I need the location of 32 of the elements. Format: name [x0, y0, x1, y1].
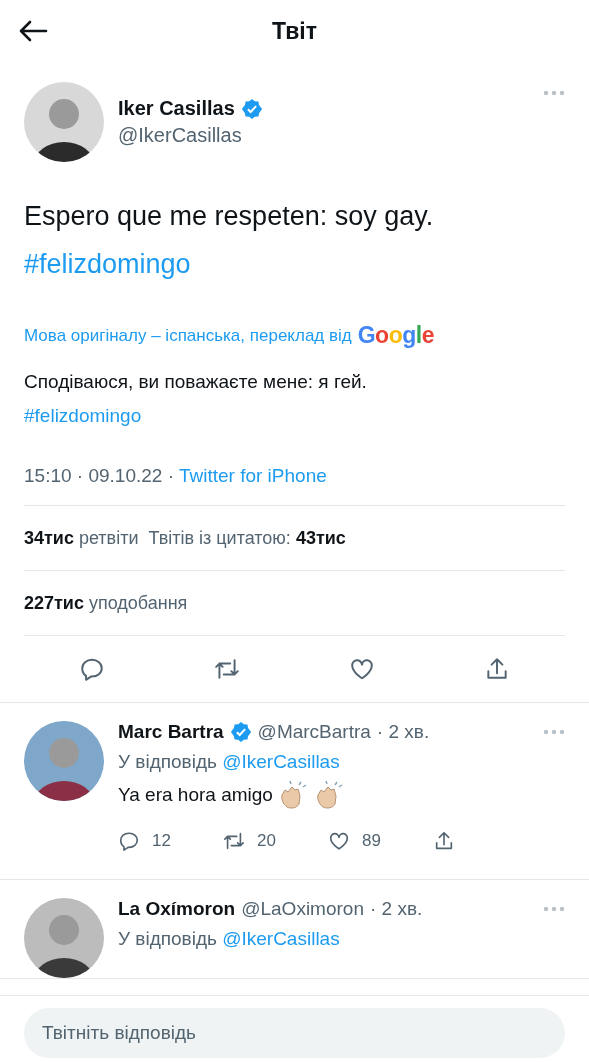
- tweet-timestamp: 15:10 · 09.10.22 ·: [24, 465, 174, 486]
- reply-author-name[interactable]: La Oxímoron: [118, 898, 236, 920]
- reply-author-handle[interactable]: @MarcBartra: [257, 721, 371, 743]
- clapping-hands-icon: [278, 781, 309, 809]
- retweet-icon[interactable]: [223, 830, 245, 852]
- like-count[interactable]: 227тис уподобання: [24, 592, 188, 614]
- retweet-icon[interactable]: [213, 656, 240, 682]
- tweet-text: Espero que me respeten: soy gay.: [24, 200, 435, 233]
- reply-time: · 2 хв.: [376, 721, 430, 743]
- google-logo: Google: [357, 322, 434, 349]
- page-title: Твіт: [272, 17, 317, 45]
- reply-time: · 2 хв.: [369, 898, 423, 920]
- reply-author-handle[interactable]: @LaOximoron: [241, 898, 364, 920]
- like-button[interactable]: 89: [328, 830, 433, 852]
- heart-icon[interactable]: [328, 830, 350, 852]
- reply-icon[interactable]: [78, 656, 105, 682]
- retweet-button[interactable]: 20: [223, 830, 328, 852]
- reply-to-label: У відповідь: [118, 751, 217, 772]
- clapping-hands-icon: [314, 781, 345, 809]
- reply-text: Ya era hora amigo: [118, 784, 273, 806]
- reply-button[interactable]: 12: [118, 830, 223, 852]
- heart-icon[interactable]: [349, 656, 376, 682]
- quote-count[interactable]: Твітів із цитатою: 43тис: [148, 527, 346, 549]
- author-handle[interactable]: @IkerCasillas: [118, 124, 529, 147]
- author-name[interactable]: Iker Casillas: [118, 97, 235, 120]
- reply-author-name[interactable]: Marc Bartra: [118, 721, 224, 743]
- reply-icon[interactable]: [118, 830, 140, 852]
- retweet-count[interactable]: 34тис ретвіти: [24, 527, 139, 549]
- share-icon[interactable]: [433, 830, 455, 852]
- translated-text: Сподіваюся, ви поважаєте мене: я гей.: [24, 370, 368, 394]
- reply-to-label: У відповідь: [118, 928, 217, 949]
- reply-field[interactable]: Твітніть відповідь: [24, 1008, 565, 1058]
